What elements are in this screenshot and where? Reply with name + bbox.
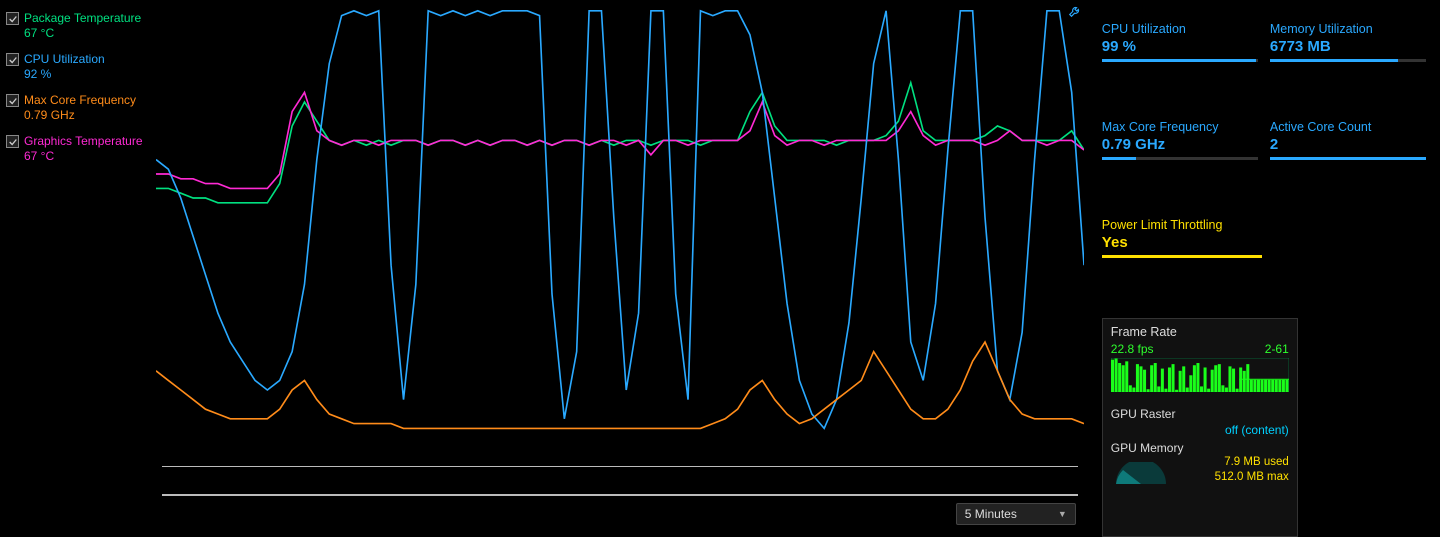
gpu-memory-label: GPU Memory [1111,441,1184,455]
metric-active-core-count: Active Core Count 2 [1264,116,1432,214]
legend-value: 92 % [24,67,105,82]
checkbox[interactable] [6,94,19,107]
metric-bar [1270,59,1426,62]
settings-icon[interactable] [1068,4,1082,21]
chart-legend: Package Temperature 67 °C CPU Utilizatio… [0,0,152,537]
gpu-memory-gauge-icon [1111,462,1171,484]
metric-label: CPU Utilization [1102,22,1258,36]
frame-rate-panel: Frame Rate 22.8 fps 2-61 GPU Raster off … [1102,318,1298,537]
scrollbar-track[interactable] [162,494,1078,496]
legend-label: Package Temperature [24,11,141,26]
legend-label: CPU Utilization [24,52,105,67]
metric-value: 2 [1270,136,1426,153]
chart-series-line [156,342,1084,428]
metric-label: Power Limit Throttling [1102,218,1426,232]
metric-value: 0.79 GHz [1102,136,1258,153]
checkbox[interactable] [6,53,19,66]
time-range-value: 5 Minutes [965,507,1017,521]
chart-series-line [156,11,1084,429]
metric-value: Yes [1102,234,1426,251]
frame-rate-current: 22.8 fps [1111,342,1154,356]
gpu-memory-max: 512.0 MB max [1215,470,1289,484]
metric-label: Memory Utilization [1270,22,1426,36]
chart-baseline [162,466,1078,467]
legend-label: Graphics Temperature [24,134,143,149]
chevron-down-icon: ▼ [1058,509,1067,519]
checkbox[interactable] [6,135,19,148]
gpu-raster-label: GPU Raster [1111,407,1176,421]
metric-bar [1270,157,1426,160]
frame-rate-sparkline [1111,358,1289,392]
legend-value: 0.79 GHz [24,108,136,123]
checkbox[interactable] [6,12,19,25]
metric-max-core-frequency: Max Core Frequency 0.79 GHz [1096,116,1264,214]
main-chart-area: 5 Minutes ▼ [152,0,1088,537]
metric-bar [1102,157,1258,160]
legend-value: 67 °C [24,26,141,41]
legend-label: Max Core Frequency [24,93,136,108]
gpu-memory-used: 7.9 MB used [1215,455,1289,469]
metrics-panel: CPU Utilization 99 % Memory Utilization … [1088,0,1440,537]
frame-rate-range: 2-61 [1265,342,1289,356]
metric-bar [1102,255,1262,258]
legend-value: 67 °C [24,149,143,164]
frame-rate-title: Frame Rate [1111,325,1289,339]
metric-value: 99 % [1102,38,1258,55]
legend-item[interactable]: CPU Utilization 92 % [6,49,146,90]
metric-value: 6773 MB [1270,38,1426,55]
legend-item[interactable]: Max Core Frequency 0.79 GHz [6,90,146,131]
metric-label: Max Core Frequency [1102,120,1258,134]
legend-item[interactable]: Graphics Temperature 67 °C [6,131,146,172]
metric-bar [1102,59,1258,62]
metric-power-limit-throttling: Power Limit Throttling Yes [1096,214,1432,312]
gpu-raster-value: off (content) [1225,423,1289,437]
main-chart [156,6,1084,486]
legend-item[interactable]: Package Temperature 67 °C [6,8,146,49]
metric-cpu-utilization: CPU Utilization 99 % [1096,18,1264,116]
metric-label: Active Core Count [1270,120,1426,134]
time-range-select[interactable]: 5 Minutes ▼ [956,503,1076,525]
metric-memory-utilization: Memory Utilization 6773 MB [1264,18,1432,116]
